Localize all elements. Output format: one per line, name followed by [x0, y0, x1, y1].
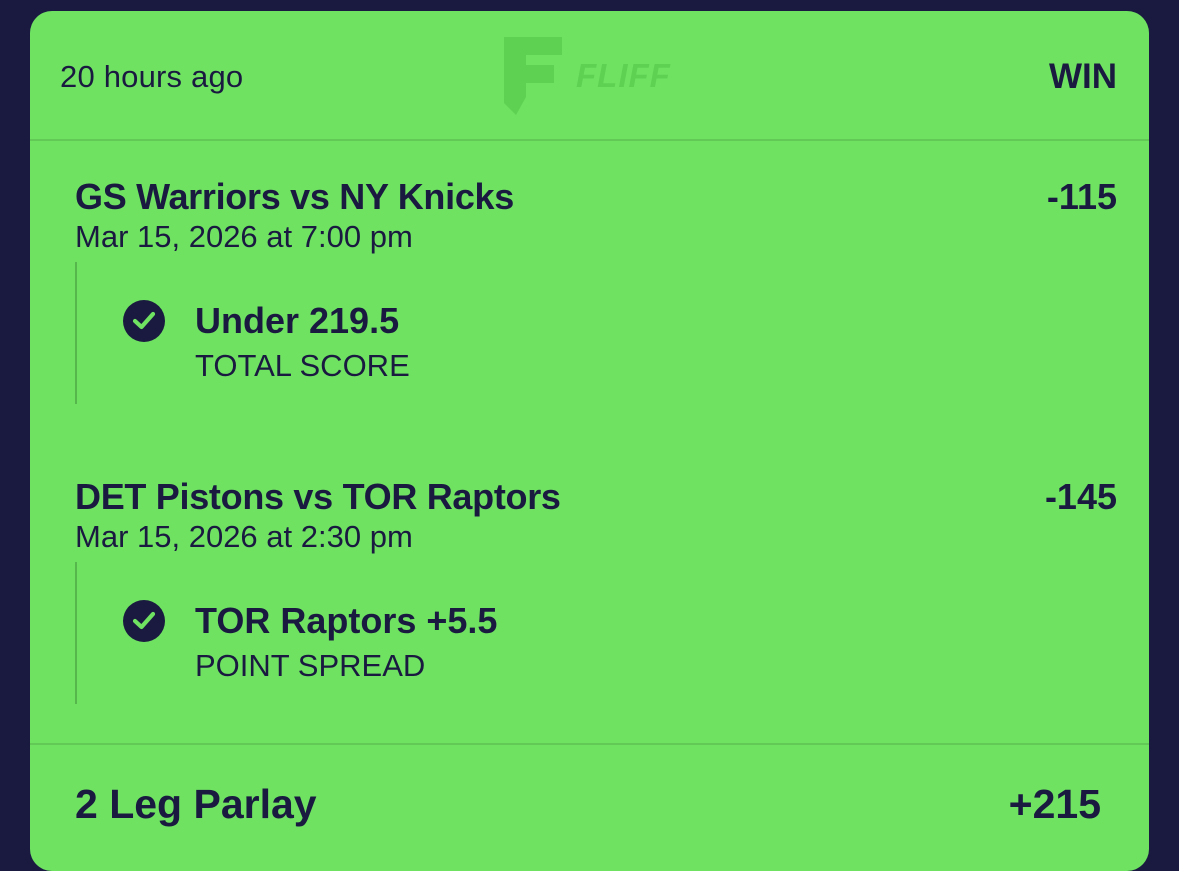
bet-leg: GS Warriors vs NY Knicks -115 Mar 15, 20…: [30, 176, 1149, 416]
leg-matchup: GS Warriors vs NY Knicks: [75, 176, 514, 217]
leg-datetime: Mar 15, 2026 at 7:00 pm: [75, 219, 413, 254]
parlay-odds: +215: [1008, 781, 1101, 827]
leg-odds: -145: [1044, 476, 1117, 517]
leg-pick: Under 219.5: [195, 300, 400, 341]
time-ago: 20 hours ago: [60, 59, 244, 94]
leg-odds: -115: [1046, 176, 1117, 217]
fliff-logo-icon: [504, 37, 562, 115]
parlay-label: 2 Leg Parlay: [75, 781, 317, 827]
leg-datetime: Mar 15, 2026 at 2:30 pm: [75, 519, 413, 554]
check-circle-icon: [123, 300, 165, 342]
leg-divider: [75, 262, 77, 404]
leg-market: TOTAL SCORE: [195, 348, 410, 383]
fliff-logo: FLIFF: [504, 37, 684, 117]
leg-market: POINT SPREAD: [195, 648, 426, 683]
bet-status: WIN: [1048, 57, 1117, 96]
bet-leg: DET Pistons vs TOR Raptors -145 Mar 15, …: [30, 476, 1149, 716]
bet-slip-card[interactable]: 20 hours ago FLIFF WIN GS Warriors vs NY…: [30, 11, 1149, 871]
bet-header: 20 hours ago FLIFF WIN: [30, 11, 1149, 141]
leg-matchup: DET Pistons vs TOR Raptors: [75, 476, 561, 517]
parlay-summary: 2 Leg Parlay +215: [30, 743, 1149, 871]
leg-pick: TOR Raptors +5.5: [195, 600, 498, 641]
check-circle-icon: [123, 600, 165, 642]
leg-divider: [75, 562, 77, 704]
logo-text: FLIFF: [576, 57, 671, 94]
